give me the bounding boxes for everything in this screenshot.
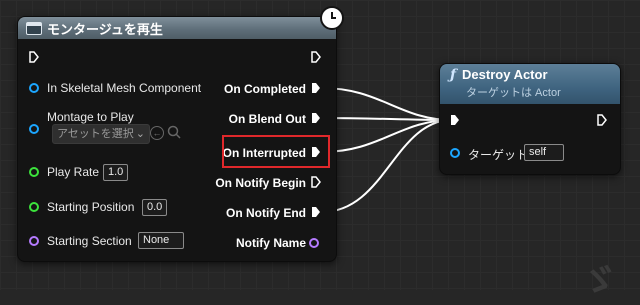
on-completed-label: On Completed	[223, 82, 306, 96]
watermark: ゞ	[580, 261, 619, 303]
target-label: ターゲット	[468, 148, 529, 162]
use-selected-asset-icon[interactable]: ←	[150, 126, 164, 140]
destroy-actor-subtitle: ターゲットは Actor	[466, 87, 561, 99]
play-montage-header[interactable]: モンタージュを再生	[18, 17, 336, 39]
function-node-icon	[26, 21, 42, 35]
starting-position-pin[interactable]	[29, 202, 39, 212]
skeletal-mesh-label: In Skeletal Mesh Component	[47, 81, 202, 95]
starting-position-label: Starting Position	[47, 200, 135, 214]
starting-section-pin[interactable]	[29, 236, 39, 246]
skeletal-mesh-pin[interactable]	[29, 83, 39, 93]
wire-notify-end	[321, 119, 453, 213]
play-rate-label: Play Rate	[47, 165, 100, 179]
montage-to-play-pin[interactable]	[29, 124, 39, 134]
destroy-exec-out-pin[interactable]	[597, 114, 607, 126]
on-notify-begin-pin[interactable]	[311, 176, 321, 188]
target-value[interactable]: self	[524, 144, 564, 161]
notify-name-label: Notify Name	[235, 236, 306, 250]
exec-in-pin[interactable]	[29, 51, 39, 63]
on-blend-out-label: On Blend Out	[228, 112, 306, 126]
latent-clock-icon	[320, 6, 344, 30]
exec-out-pin[interactable]	[311, 51, 321, 63]
target-pin[interactable]	[450, 148, 460, 158]
notify-name-pin[interactable]	[309, 238, 319, 248]
on-notify-end-pin[interactable]	[311, 206, 321, 218]
on-notify-begin-label: On Notify Begin	[215, 176, 306, 190]
wire-completed	[321, 87, 453, 121]
play-montage-title: モンタージュを再生	[47, 21, 163, 37]
destroy-exec-in-pin[interactable]	[450, 114, 460, 126]
asset-select-dropdown[interactable]: アセットを選択 ⌄	[52, 124, 150, 144]
function-icon: ƒ	[450, 67, 457, 83]
starting-section-label: Starting Section	[47, 234, 132, 248]
browse-asset-icon[interactable]	[167, 125, 181, 139]
destroy-actor-header[interactable]: ƒ Destroy Actor ターゲットは Actor	[440, 64, 620, 104]
play-rate-pin[interactable]	[29, 167, 39, 177]
starting-position-input[interactable]: 0.0	[142, 199, 168, 216]
destroy-actor-title: Destroy Actor	[462, 67, 548, 82]
on-notify-end-label: On Notify End	[226, 206, 306, 220]
starting-section-input[interactable]: None	[138, 232, 184, 249]
on-blend-out-pin[interactable]	[311, 112, 321, 124]
montage-to-play-label: Montage to Play	[47, 110, 134, 124]
chevron-down-icon: ⌄	[135, 128, 145, 140]
asset-select-label: アセットを選択	[57, 128, 134, 140]
on-interrupted-highlight	[222, 135, 330, 168]
play-rate-input[interactable]: 1.0	[103, 164, 129, 181]
on-completed-pin[interactable]	[311, 82, 321, 94]
